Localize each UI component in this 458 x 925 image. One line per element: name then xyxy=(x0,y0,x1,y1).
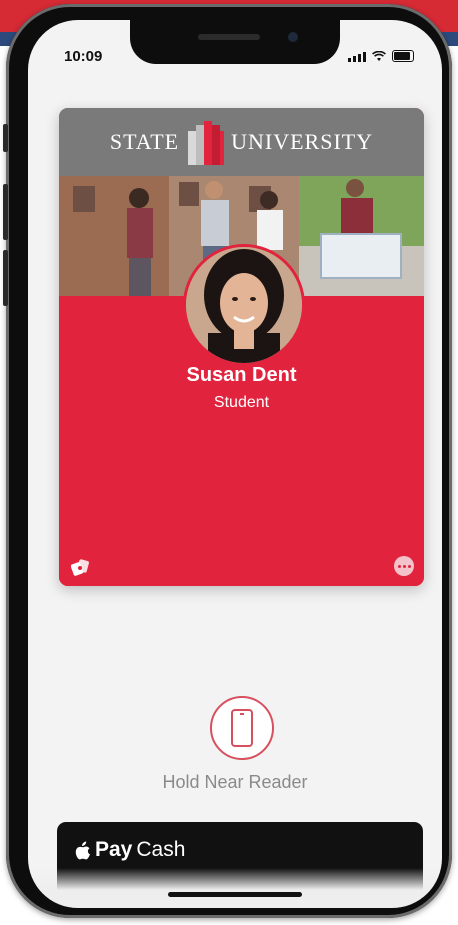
apple-pay-cash-label: Pay Cash xyxy=(75,838,185,862)
wifi-icon xyxy=(372,51,386,61)
status-icons xyxy=(348,50,414,62)
reader-phone-icon xyxy=(210,696,274,760)
signal-icon xyxy=(348,52,366,62)
org-name-right: UNIVERSITY xyxy=(231,129,374,154)
apple-pay-word: Pay xyxy=(95,838,133,861)
apple-logo-icon xyxy=(75,841,90,859)
mute-switch xyxy=(3,124,8,152)
more-icon[interactable] xyxy=(394,556,414,576)
speaker xyxy=(198,34,260,40)
home-indicator[interactable] xyxy=(168,892,302,897)
university-logo-icon xyxy=(188,121,225,165)
nfc-card-icon xyxy=(71,559,89,576)
phone-frame: 10:09 STATE UNIVERSITY Susan Dent Studen… xyxy=(3,4,452,918)
holder-name: Susan Dent xyxy=(186,364,297,386)
battery-icon xyxy=(392,50,414,62)
hold-near-reader-label: Hold Near Reader xyxy=(162,772,308,792)
volume-up-button xyxy=(3,184,8,240)
front-camera xyxy=(288,32,298,42)
phone-screen: 10:09 STATE UNIVERSITY Susan Dent Studen… xyxy=(28,20,442,908)
card-header: STATE UNIVERSITY xyxy=(59,108,424,176)
bottom-fade xyxy=(28,868,442,908)
holder-photo xyxy=(183,244,305,366)
cash-word: Cash xyxy=(136,838,186,861)
org-name-left: STATE xyxy=(109,129,180,154)
university-id-card[interactable]: STATE UNIVERSITY Susan Dent Student xyxy=(59,108,424,586)
status-time: 10:09 xyxy=(64,48,103,65)
holder-role: Student xyxy=(213,394,270,411)
volume-down-button xyxy=(3,250,8,306)
notch xyxy=(130,20,340,64)
